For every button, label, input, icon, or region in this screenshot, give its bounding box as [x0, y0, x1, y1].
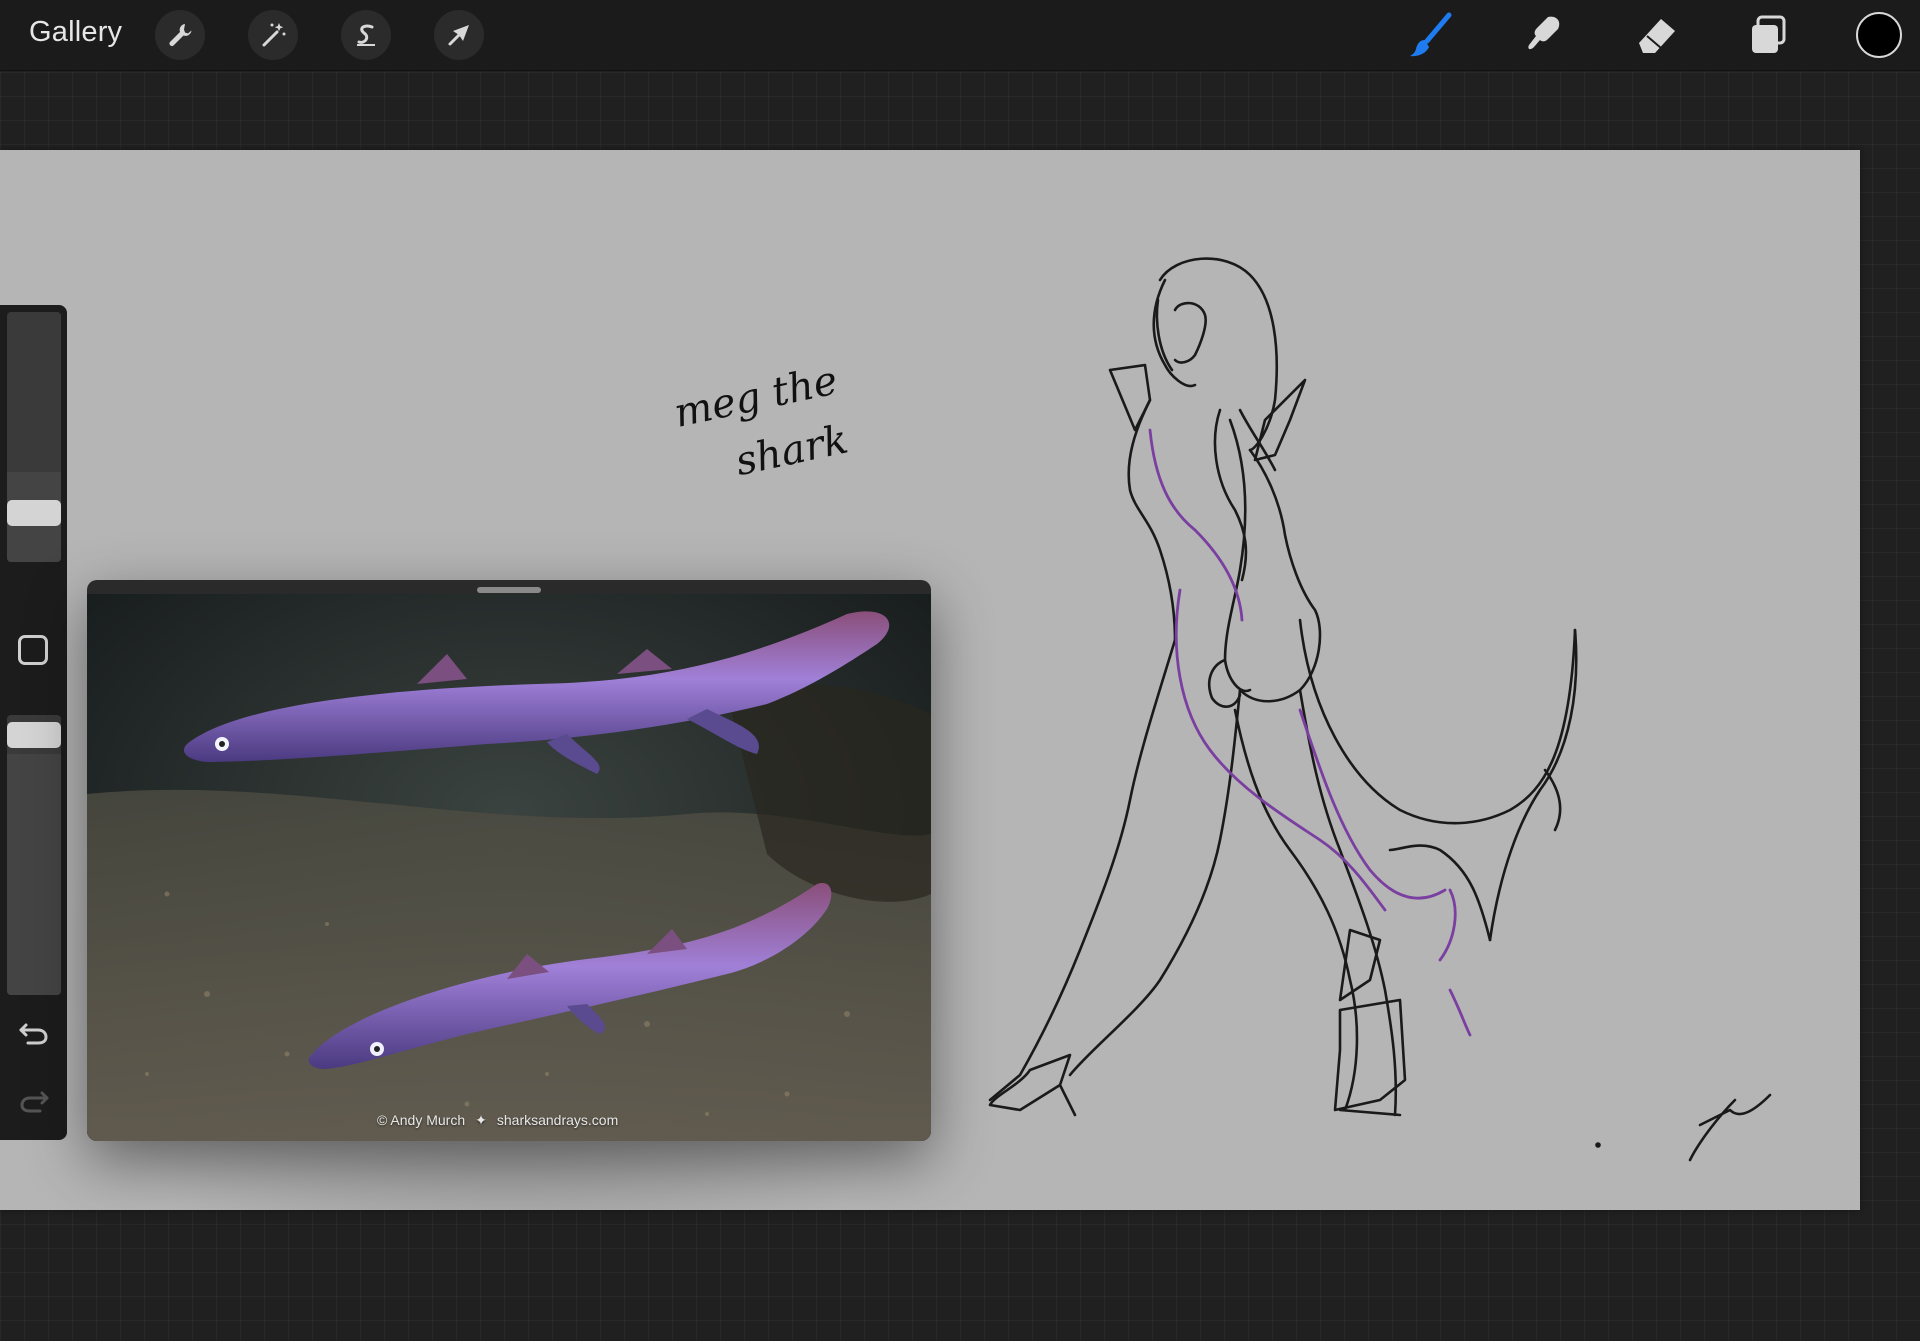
brush-tool-button[interactable] [1404, 8, 1458, 62]
reference-photo [87, 594, 931, 1141]
color-picker-swatch[interactable] [1856, 12, 1902, 58]
undo-button[interactable] [14, 1015, 54, 1051]
layers-icon [1752, 15, 1786, 53]
top-toolbar: Gallery [0, 0, 1920, 71]
arrow-cursor-icon [448, 25, 469, 46]
redo-icon [20, 1091, 49, 1113]
workspace: Gallery meg the shark © Andy Murch ✦ sha… [0, 0, 1920, 1341]
undo-icon [19, 1023, 48, 1045]
accent-strokes [1148, 428, 1472, 1037]
reference-window[interactable]: © Andy Murch ✦ sharksandrays.com [87, 580, 931, 1141]
smudge-tool-button[interactable] [1517, 8, 1571, 62]
reference-drag-handle[interactable] [477, 587, 541, 593]
layers-button[interactable] [1741, 8, 1795, 62]
adjustments-button[interactable] [248, 10, 298, 60]
eraser-icon [1639, 19, 1675, 53]
left-sidebar [0, 305, 67, 1140]
site-text: sharksandrays.com [496, 1112, 619, 1128]
handwritten-note: meg the shark [670, 357, 852, 486]
figure-sketch [988, 257, 1772, 1162]
redo-button[interactable] [14, 1083, 54, 1119]
credit-text: © Andy Murch [377, 1112, 466, 1128]
opacity-thumb[interactable] [7, 722, 61, 748]
wrench-icon [169, 24, 192, 46]
square-icon[interactable] [18, 635, 48, 665]
note-line-2: shark [731, 417, 852, 486]
magic-wand-icon [262, 23, 286, 47]
selection-s-icon [357, 24, 375, 46]
eraser-tool-button[interactable] [1630, 8, 1684, 62]
brush-size-thumb[interactable] [7, 499, 61, 526]
transform-button[interactable] [434, 10, 484, 60]
opacity-slider[interactable] [7, 715, 61, 995]
brush-icon [1410, 12, 1452, 57]
photo-credit: © Andy Murch ✦ sharksandrays.com [377, 1112, 618, 1129]
selection-button[interactable] [341, 10, 391, 60]
smudge-icon [1528, 16, 1560, 50]
shark-logo-icon: ✦ [475, 1112, 487, 1128]
actions-button[interactable] [155, 10, 205, 60]
gallery-button[interactable]: Gallery [29, 16, 122, 49]
